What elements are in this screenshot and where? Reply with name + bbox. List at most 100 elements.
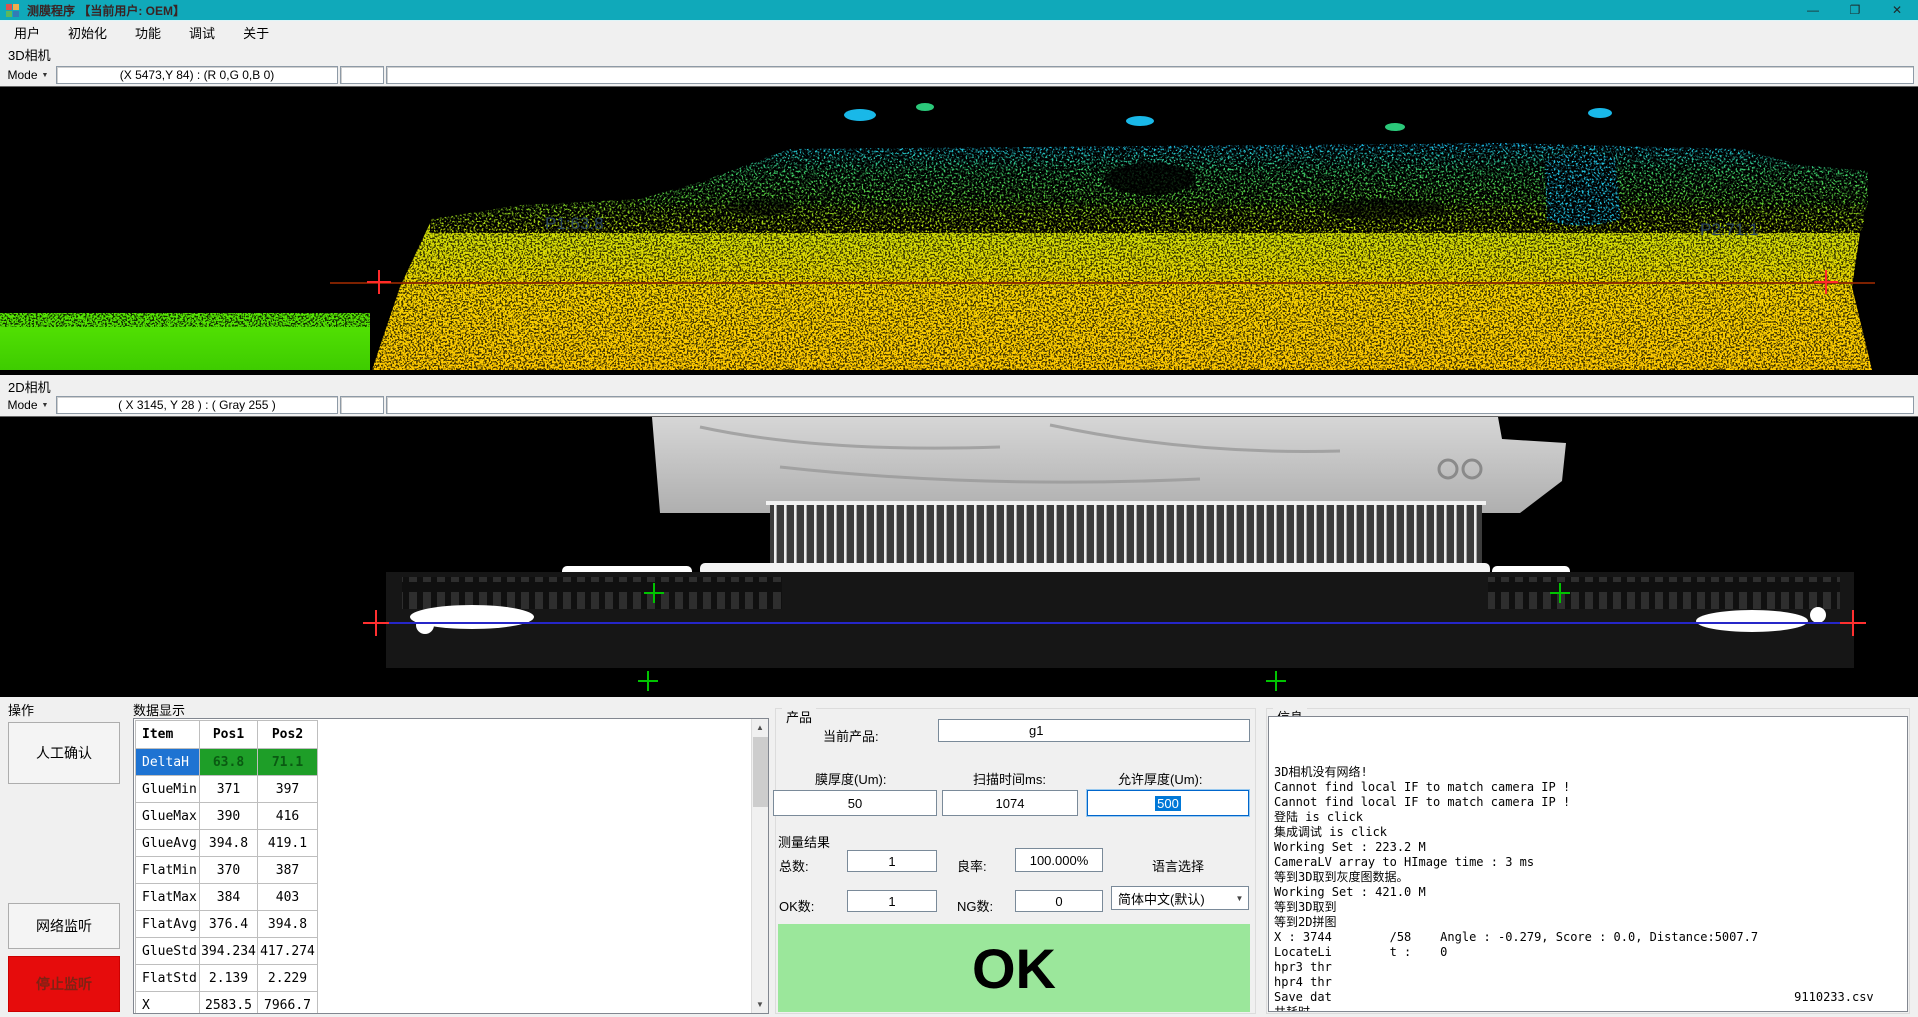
- camera2d-mode-button[interactable]: Mode▼: [0, 395, 56, 415]
- measurement-table: Item Pos1 Pos2 DeltaH 63.8 71.1 GlueMin …: [135, 720, 318, 1014]
- ng-count-label: NG数:: [957, 896, 993, 915]
- result-banner: OK: [778, 924, 1250, 1012]
- table-row[interactable]: FlatMax 384 403: [136, 884, 318, 911]
- log-line: 等到3D取到灰度图数据。: [1274, 870, 1902, 885]
- camera3d-mode-box-3: [386, 66, 1914, 84]
- operations-label: 操作: [8, 700, 34, 719]
- allow-thickness-label: 允许厚度(Um):: [1118, 769, 1203, 788]
- grayscale-2d-view[interactable]: [0, 416, 1918, 696]
- heightmap-3d-view[interactable]: P1:63.8 P2:71.1: [0, 86, 1918, 374]
- cell-pos2: 397: [258, 776, 318, 803]
- total-field[interactable]: 1: [847, 850, 937, 872]
- table-row[interactable]: GlueStd 394.234 417.274: [136, 938, 318, 965]
- log-line: 等到3D取到: [1274, 900, 1902, 915]
- table-row[interactable]: FlatMin 370 387: [136, 857, 318, 884]
- log-line: 集成调试 is click: [1274, 825, 1902, 840]
- ng-count-field[interactable]: 0: [1015, 890, 1103, 912]
- cell-pos1: 63.8: [200, 749, 258, 776]
- camera2d-pixel-status: ( X 3145, Y 28 ) : ( Gray 255 ): [56, 396, 338, 414]
- ok-count-field[interactable]: 1: [847, 890, 937, 912]
- log-lines: 3D相机没有网络!Cannot find local IF to match c…: [1269, 717, 1907, 1012]
- p2-value-label: P2:71.1: [1700, 220, 1759, 239]
- scan-time-field[interactable]: 1074: [942, 790, 1078, 816]
- cell-pos2: 403: [258, 884, 318, 911]
- cell-pos2: 417.274: [258, 938, 318, 965]
- cell-item: GlueMin: [136, 776, 200, 803]
- chevron-down-icon: ▼: [42, 402, 49, 409]
- chevron-down-icon: ▼: [1231, 894, 1248, 903]
- col-pos2: Pos2: [258, 721, 318, 749]
- log-line: Cannot find local IF to match camera IP …: [1274, 780, 1902, 795]
- scroll-down-icon[interactable]: ▼: [752, 996, 768, 1013]
- menu-initialize[interactable]: 初始化: [54, 21, 121, 44]
- selected-text: 500: [1155, 796, 1181, 811]
- scrollbar-thumb[interactable]: [753, 737, 768, 807]
- cell-item: FlatMin: [136, 857, 200, 884]
- table-row[interactable]: X 2583.5 7966.7: [136, 992, 318, 1015]
- cell-pos1: 394.8: [200, 830, 258, 857]
- manual-confirm-button[interactable]: 人工确认: [8, 722, 120, 784]
- camera2d-mode-bar: Mode▼ ( X 3145, Y 28 ) : ( Gray 255 ): [0, 394, 1918, 416]
- log-line: Working Set : 421.0 M: [1274, 885, 1902, 900]
- datatable-scrollbar[interactable]: ▲ ▼: [751, 719, 768, 1013]
- yield-field[interactable]: 100.000%: [1015, 848, 1103, 872]
- camera2d-mode-box-3: [386, 396, 1914, 414]
- table-row[interactable]: FlatAvg 376.4 394.8: [136, 911, 318, 938]
- log-line: LocateLi t : 0: [1274, 945, 1902, 960]
- camera3d-pixel-status: (X 5473,Y 84) : (R 0,G 0,B 0): [56, 66, 338, 84]
- product-label: 产品: [782, 707, 816, 726]
- cell-pos2: 2.229: [258, 965, 318, 992]
- language-value: 简体中文(默认): [1118, 889, 1205, 908]
- table-row[interactable]: GlueMin 371 397: [136, 776, 318, 803]
- minimize-icon[interactable]: —: [1792, 0, 1834, 20]
- camera3d-mode-button[interactable]: Mode▼: [0, 65, 56, 85]
- menu-user[interactable]: 用户: [0, 21, 54, 44]
- camera2d-mode-box-2: [340, 396, 384, 414]
- cell-item: GlueStd: [136, 938, 200, 965]
- p1-value-label: P1:63.8: [545, 214, 604, 233]
- log-line: 等到2D拼图: [1274, 915, 1902, 930]
- table-row[interactable]: GlueAvg 394.8 419.1: [136, 830, 318, 857]
- heightmap-3d-shapes: [0, 87, 1918, 375]
- cell-pos1: 2.139: [200, 965, 258, 992]
- film-thickness-label: 膜厚度(Um):: [815, 769, 887, 788]
- network-listen-button[interactable]: 网络监听: [8, 903, 120, 949]
- cell-pos1: 384: [200, 884, 258, 911]
- cell-pos2: 7966.7: [258, 992, 318, 1015]
- cell-pos1: 2583.5: [200, 992, 258, 1015]
- window-title: 测膜程序 【当前用户: OEM】: [27, 2, 185, 19]
- result-label: 测量结果: [778, 832, 830, 851]
- language-select[interactable]: 简体中文(默认) ▼: [1111, 886, 1249, 910]
- yield-label: 良率:: [957, 856, 987, 875]
- cell-pos1: 376.4: [200, 911, 258, 938]
- film-thickness-field[interactable]: 50: [773, 790, 937, 816]
- menu-debug[interactable]: 调试: [175, 21, 229, 44]
- ok-count-label: OK数:: [779, 896, 814, 915]
- table-row[interactable]: GlueMax 390 416: [136, 803, 318, 830]
- close-icon[interactable]: ✕: [1876, 0, 1918, 20]
- menu-about[interactable]: 关于: [229, 21, 283, 44]
- cell-pos2: 416: [258, 803, 318, 830]
- log-line: Working Set : 223.2 M: [1274, 840, 1902, 855]
- allow-thickness-field[interactable]: 500: [1087, 790, 1249, 816]
- total-label: 总数:: [779, 856, 809, 875]
- cell-pos1: 371: [200, 776, 258, 803]
- cell-item: FlatMax: [136, 884, 200, 911]
- scroll-up-icon[interactable]: ▲: [752, 719, 768, 736]
- menu-function[interactable]: 功能: [121, 21, 175, 44]
- cell-pos1: 370: [200, 857, 258, 884]
- restore-icon[interactable]: ❐: [1834, 0, 1876, 20]
- cell-pos2: 394.8: [258, 911, 318, 938]
- cell-item: X: [136, 992, 200, 1015]
- current-product-field[interactable]: g1: [938, 719, 1250, 742]
- grayscale-2d-shapes: [0, 417, 1918, 697]
- table-row[interactable]: DeltaH 63.8 71.1: [136, 749, 318, 776]
- log-line: 共耗时: [1274, 1005, 1902, 1012]
- cell-item: FlatStd: [136, 965, 200, 992]
- log-line: CameraLV array to HImage time : 3 ms: [1274, 855, 1902, 870]
- log-line: Save dat 9110233.csv: [1274, 990, 1902, 1005]
- table-row[interactable]: FlatStd 2.139 2.229: [136, 965, 318, 992]
- log-line: 3D相机没有网络!: [1274, 765, 1902, 780]
- stop-listen-button[interactable]: 停止监听: [8, 956, 120, 1012]
- datatable-panel: Item Pos1 Pos2 DeltaH 63.8 71.1 GlueMin …: [133, 718, 769, 1014]
